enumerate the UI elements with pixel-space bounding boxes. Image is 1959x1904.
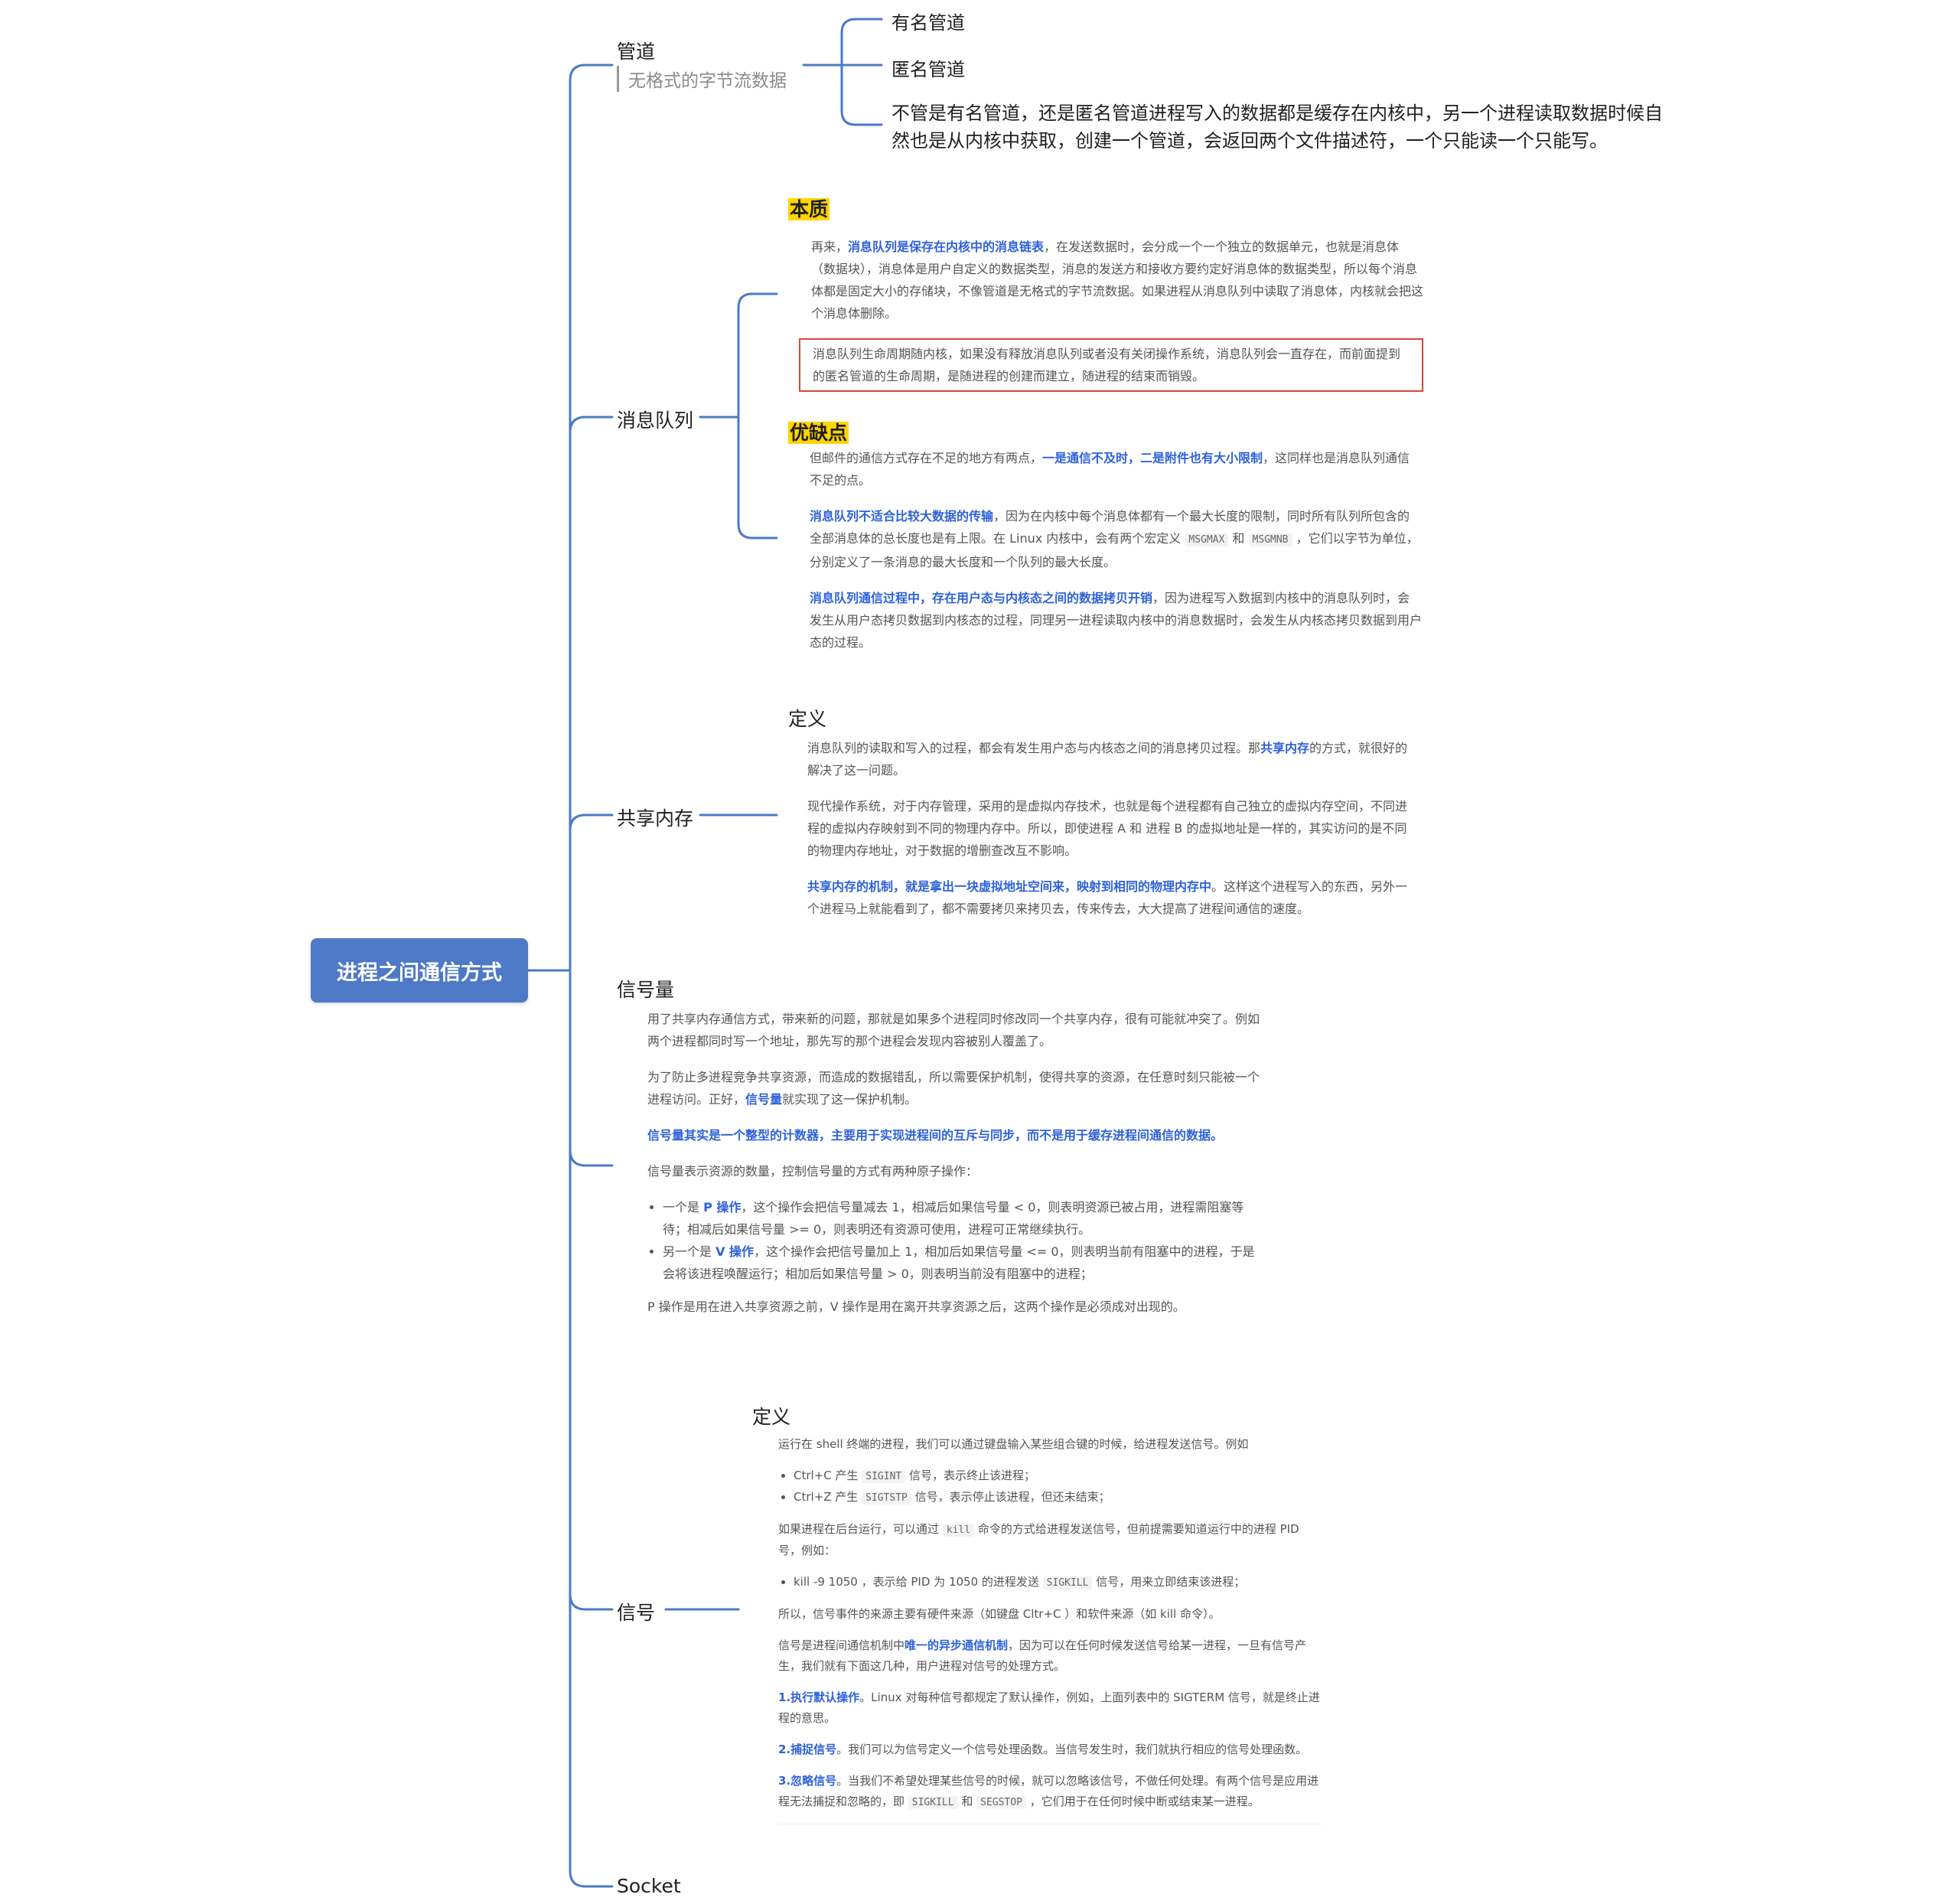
mq-mail-paragraph: 但邮件的通信方式存在不足的地方有两点，一是通信不及时，二是附件也有大小限制，这同… [810,451,1410,487]
mq-size-paragraph: 消息队列不适合比较大数据的传输，因为在内核中每个消息体都有一个最大长度的限制，同… [810,509,1419,569]
pipe-anonymous[interactable]: 匿名管道 [891,54,965,81]
mq-essence-content: 再来，消息队列是保存在内核中的消息链表，在发送数据时，会分成一个一个独立的数据单… [799,236,1424,406]
signal-kill-list: kill -9 1050 ，表示给 PID 为 1050 的进程发送 SIGKI… [778,1572,1322,1593]
signal-ctrl-c-item: Ctrl+C 产生 SIGINT 信号，表示终止该进程； [794,1465,1322,1487]
spine-branch-mq [569,416,614,434]
signal-kill-item: kill -9 1050 ，表示给 PID 为 1050 的进程发送 SIGKI… [794,1572,1322,1593]
mq-essence-title[interactable]: 本质 [788,194,830,222]
signal-async-paragraph: 信号是进程间通信机制中唯一的异步通信机制，因为可以在任何时候发送信号给某一进程，… [778,1638,1307,1673]
shm-definition-title[interactable]: 定义 [788,704,826,732]
sem-v-operation: 另一个是 V 操作，这个操作会把信号量加上 1，相加后如果信号量 <= 0，则表… [663,1241,1260,1285]
shm-mechanism-paragraph: 共享内存的机制，就是拿出一块虚拟地址空间来，映射到相同的物理内存中。这样这个进程… [807,879,1408,916]
signal-intro-paragraph: 运行在 shell 终端的进程，我们可以通过键盘输入某些组合键的时候，给进程发送… [778,1437,1249,1451]
pipe-named[interactable]: 有名管道 [891,8,965,34]
root-node[interactable]: 进程之间通信方式 [311,938,528,1003]
branch-pipe[interactable]: 管道 [617,37,655,64]
signal-ignore-action: 3.忽略信号。当我们不希望处理某些信号的时候，就可以忽略该信号，不做任何处理。有… [778,1774,1319,1809]
semaphore-content: 用了共享内存通信方式，带来新的问题，那就是如果多个进程同时修改同一个共享内存，很… [647,1008,1260,1332]
mq-lifecycle-boxed: 消息队列生命周期随内核，如果没有释放消息队列或者没有关闭操作系统，消息队列会一直… [799,338,1423,392]
mq-pros-cons-title[interactable]: 优缺点 [788,418,849,445]
sem-protection-paragraph: 为了防止多进程竞争共享资源，而造成的数据错乱，所以需要保护机制，使得共享的资源，… [647,1070,1260,1107]
shm-virtual-memory-paragraph: 现代操作系统，对于内存管理，采用的是虚拟内存技术，也就是每个进程都有自己独立的虚… [807,799,1408,858]
branch-signal[interactable]: 信号 [617,1598,655,1625]
spine-branch-signal [569,1593,614,1611]
spine-branch-sem [569,1149,614,1167]
branch-socket[interactable]: Socket [617,1875,681,1897]
mq-subspine [737,292,778,540]
sem-operations-list: 一个是 P 操作，这个操作会把信号量减去 1，相减后如果信号量 < 0，则表明资… [647,1196,1260,1285]
sem-problem-paragraph: 用了共享内存通信方式，带来新的问题，那就是如果多个进程同时修改同一个共享内存，很… [647,1012,1260,1048]
signal-catch-action: 2.捕捉信号。我们可以为信号定义一个信号处理函数。当信号发生时，我们就执行相应的… [778,1743,1308,1756]
branch-shared-memory[interactable]: 共享内存 [617,804,693,831]
branch-message-queue[interactable]: 消息队列 [617,406,693,433]
mq-essence-paragraph: 再来，消息队列是保存在内核中的消息链表，在发送数据时，会分成一个一个独立的数据单… [811,240,1424,321]
pipe-note: 无格式的字节流数据 [617,66,787,92]
sem-pairing-paragraph: P 操作是用在进入共享资源之前，V 操作是用在离开共享资源之后，这两个操作是必须… [647,1299,1185,1314]
signal-source-paragraph: 所以，信号事件的来源主要有硬件来源（如键盘 Cltr+C ）和软件来源（如 ki… [778,1607,1221,1621]
mq-pros-cons-content: 但邮件的通信方式存在不足的地方有两点，一是通信不及时，二是附件也有大小限制，这同… [810,447,1422,667]
sem-operations-intro: 信号量表示资源的数量，控制信号量的方式有两种原子操作： [647,1164,979,1179]
signal-kill-paragraph: 如果进程在后台运行，可以通过 kill 命令的方式给进程发送信号，但前提需要知道… [778,1522,1299,1557]
signal-keyboard-list: Ctrl+C 产生 SIGINT 信号，表示终止该进程； Ctrl+Z 产生 S… [778,1465,1322,1508]
signal-default-action: 1.执行默认操作。Linux 对每种信号都规定了默认操作，例如，上面列表中的 S… [778,1690,1320,1725]
spine-branch-shm [569,813,614,832]
main-spine [569,64,614,1888]
pipe-subspine [840,18,883,126]
signal-ctrl-z-item: Ctrl+Z 产生 SIGTSTP 信号，表示停止该进程，但还未结束； [794,1487,1322,1508]
shm-definition-content: 消息队列的读取和写入的过程，都会有发生用户态与内核态之间的消息拷贝过程。那共享内… [807,737,1412,934]
sem-definition-paragraph: 信号量其实是一个整型的计数器，主要用于实现进程间的互斥与同步，而不是用于缓存进程… [647,1128,1224,1143]
pipe-detail[interactable]: 不管是有名管道，还是匿名管道进程写入的数据都是缓存在内核中，另一个进程读取数据时… [891,99,1672,155]
shm-intro-paragraph: 消息队列的读取和写入的过程，都会有发生用户态与内核态之间的消息拷贝过程。那共享内… [807,741,1408,778]
mq-copy-paragraph: 消息队列通信过程中，存在用户态与内核态之间的数据拷贝开销，因为进程写入数据到内核… [810,591,1423,650]
branch-semaphore[interactable]: 信号量 [617,975,674,1003]
signal-definition-content: 运行在 shell 终端的进程，我们可以通过键盘输入某些组合键的时候，给进程发送… [778,1434,1322,1824]
sem-p-operation: 一个是 P 操作，这个操作会把信号量减去 1，相减后如果信号量 < 0，则表明资… [663,1196,1260,1241]
signal-definition-title[interactable]: 定义 [752,1402,790,1430]
